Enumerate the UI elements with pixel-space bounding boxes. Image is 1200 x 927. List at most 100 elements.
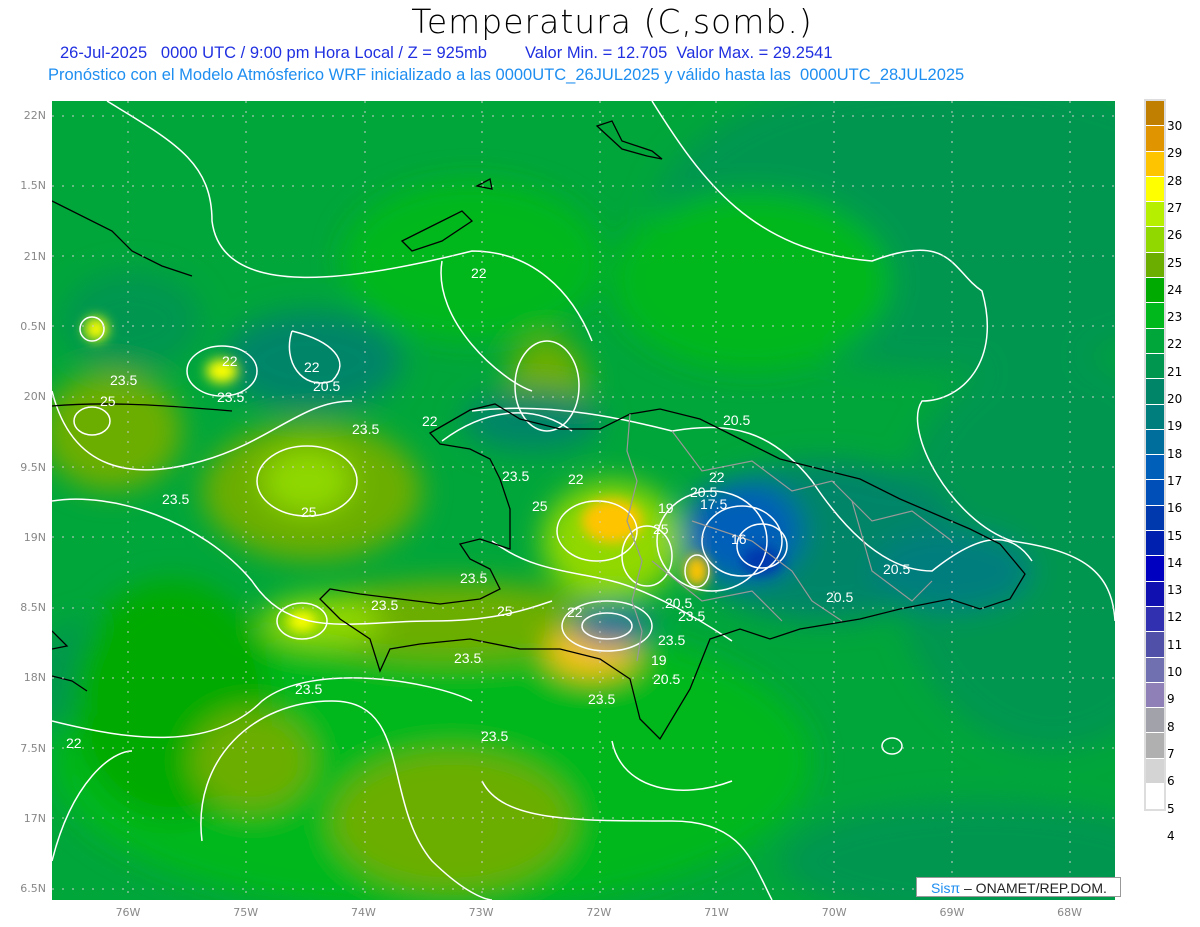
- lon-label: 75W: [233, 906, 259, 919]
- contour-label: 20.5: [313, 378, 340, 394]
- contour-label: 20.5: [723, 412, 750, 428]
- lat-label: 8.5N: [20, 601, 46, 615]
- contour-label: 22: [422, 413, 438, 429]
- colorbar-label: 21: [1167, 364, 1183, 379]
- colorbar-swatch: [1146, 455, 1164, 481]
- colorbar-swatch: [1146, 252, 1164, 279]
- colorbar-swatch: [1146, 606, 1164, 633]
- colorbar-label: 14: [1167, 555, 1183, 570]
- lon-label: 71W: [704, 906, 729, 919]
- valid-time: 26-Jul-2025 0000 UTC / 9:00 pm Hora Loca…: [60, 44, 487, 62]
- contour-label: 25: [301, 504, 317, 520]
- colorbar-swatch: [1146, 480, 1164, 506]
- colorbar-label: 10: [1167, 665, 1183, 679]
- colorbar-swatch: [1146, 151, 1164, 177]
- lat-label: 21N: [23, 249, 46, 263]
- colorbar: [1144, 99, 1166, 812]
- contour-label: 23.5: [162, 491, 189, 507]
- lat-label: 6.5N: [20, 882, 46, 896]
- colorbar-label: 13: [1167, 583, 1183, 598]
- contour-label: 17.5: [700, 496, 727, 512]
- colorbar-swatch: [1146, 404, 1164, 430]
- colorbar-swatch: [1146, 379, 1164, 405]
- colorbar-label: 19: [1167, 419, 1183, 434]
- lat-label: 7.5N: [20, 741, 46, 755]
- colorbar-swatch: [1146, 202, 1164, 228]
- colorbar-label: 29: [1167, 146, 1183, 161]
- lon-label: 74W: [350, 906, 376, 919]
- colorbar-swatch: [1146, 278, 1164, 304]
- contour-label: 22: [222, 353, 238, 369]
- colorbar-swatch: [1146, 531, 1164, 557]
- lat-label: 19N: [23, 530, 46, 544]
- contour-label: 25: [532, 498, 548, 514]
- lat-label: 22N: [23, 109, 46, 122]
- contour-label: 23.5: [352, 421, 379, 437]
- colorbar-label: 6: [1167, 774, 1175, 789]
- colorbar-label: 24: [1167, 282, 1183, 297]
- colorbar-label: 30: [1167, 119, 1183, 133]
- colorbar-swatch: [1146, 353, 1164, 380]
- colorbar-swatch: [1146, 101, 1164, 127]
- contour-label: 25: [497, 603, 513, 619]
- colorbar-swatch: [1146, 784, 1164, 810]
- colorbar-swatch: [1146, 657, 1164, 683]
- contour-label: 22: [568, 471, 584, 487]
- colorbar-label: 8: [1167, 719, 1175, 734]
- contour-label: 23.5: [502, 468, 529, 484]
- model-info-line: Pronóstico con el Modelo Atmósferico WRF…: [48, 66, 965, 84]
- colorbar-label: 15: [1167, 528, 1183, 543]
- min-max-values: Valor Min. = 12.705 Valor Max. = 29.2541: [524, 44, 833, 62]
- colorbar-label: 9: [1167, 692, 1175, 707]
- colorbar-label: 5: [1167, 801, 1175, 816]
- contour-label: 23.5: [658, 632, 685, 648]
- credit-org: – ONAMET/REP.DOM.: [964, 880, 1107, 896]
- colorbar-label: 16: [1167, 501, 1183, 516]
- colorbar-swatch: [1146, 303, 1164, 329]
- colorbar-label: 22: [1167, 337, 1183, 352]
- contour-label: 23.5: [678, 608, 705, 624]
- contour-label: 23.5: [454, 650, 481, 666]
- lat-label: 0.5N: [20, 319, 46, 333]
- colorbar-label: 28: [1167, 173, 1183, 188]
- colorbar-label: 12: [1167, 610, 1183, 625]
- colorbar-label: 20: [1167, 392, 1183, 406]
- colorbar-swatch: [1146, 328, 1164, 354]
- contour-label: 23.5: [460, 570, 487, 586]
- lat-label: 17N: [23, 812, 46, 825]
- lon-label: 70W: [821, 906, 847, 919]
- colorbar-swatch: [1146, 682, 1164, 709]
- map-title: Temperatura (C,somb.): [411, 2, 813, 41]
- contour-label: 23.5: [588, 691, 615, 707]
- contour-label: 22: [471, 265, 487, 281]
- contour-label: 22: [709, 469, 725, 485]
- colorbar-label: 4: [1167, 828, 1175, 843]
- colorbar-swatch: [1146, 556, 1164, 582]
- lon-label: 76W: [115, 906, 141, 919]
- colorbar-swatch: [1146, 227, 1164, 253]
- colorbar-label: 26: [1167, 228, 1183, 243]
- contour-label: 20.5: [653, 671, 680, 687]
- temperature-map: 2222 2220.523.525 23.523.5 22 20.52523.523.5…: [52, 101, 1115, 900]
- contour-label: 25: [100, 393, 116, 409]
- colorbar-swatch: [1146, 708, 1164, 734]
- contour-label: 20.5: [826, 589, 853, 605]
- contour-label: 23.5: [295, 681, 322, 697]
- colorbar-swatch: [1146, 505, 1164, 532]
- colorbar-swatch: [1146, 581, 1164, 607]
- credit-box: Sisπ – ONAMET/REP.DOM.: [916, 877, 1121, 897]
- colorbar-swatch: [1146, 632, 1164, 658]
- colorbar-label: 11: [1167, 637, 1183, 652]
- colorbar-label: 23: [1167, 310, 1183, 325]
- contour-label: 19: [658, 500, 674, 516]
- colorbar-label: 7: [1167, 746, 1175, 761]
- lon-label: 73W: [468, 906, 494, 919]
- colorbar-label: 18: [1167, 446, 1183, 461]
- valid-time-line: 26-Jul-2025 0000 UTC / 9:00 pm Hora Loca…: [60, 44, 833, 63]
- sispi-logo: Sisπ: [931, 880, 961, 896]
- contour-label: 25: [653, 521, 669, 537]
- colorbar-swatch: [1146, 733, 1164, 759]
- lat-label: 20N: [23, 390, 46, 404]
- contour-label: 22: [567, 604, 583, 620]
- colorbar-swatch: [1146, 758, 1164, 785]
